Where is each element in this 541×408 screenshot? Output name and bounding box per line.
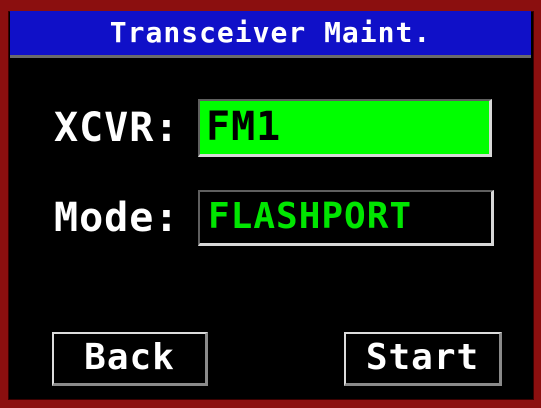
mode-field[interactable]: FLASHPORT	[198, 190, 494, 246]
title-divider	[10, 55, 531, 58]
back-button[interactable]: Back	[52, 332, 208, 386]
xcvr-label: XCVR:	[54, 105, 180, 151]
mode-label: Mode:	[54, 195, 180, 241]
xcvr-field[interactable]: FM1	[198, 99, 492, 157]
start-button[interactable]: Start	[344, 332, 502, 386]
screen-title: Transceiver Maint.	[10, 11, 531, 55]
